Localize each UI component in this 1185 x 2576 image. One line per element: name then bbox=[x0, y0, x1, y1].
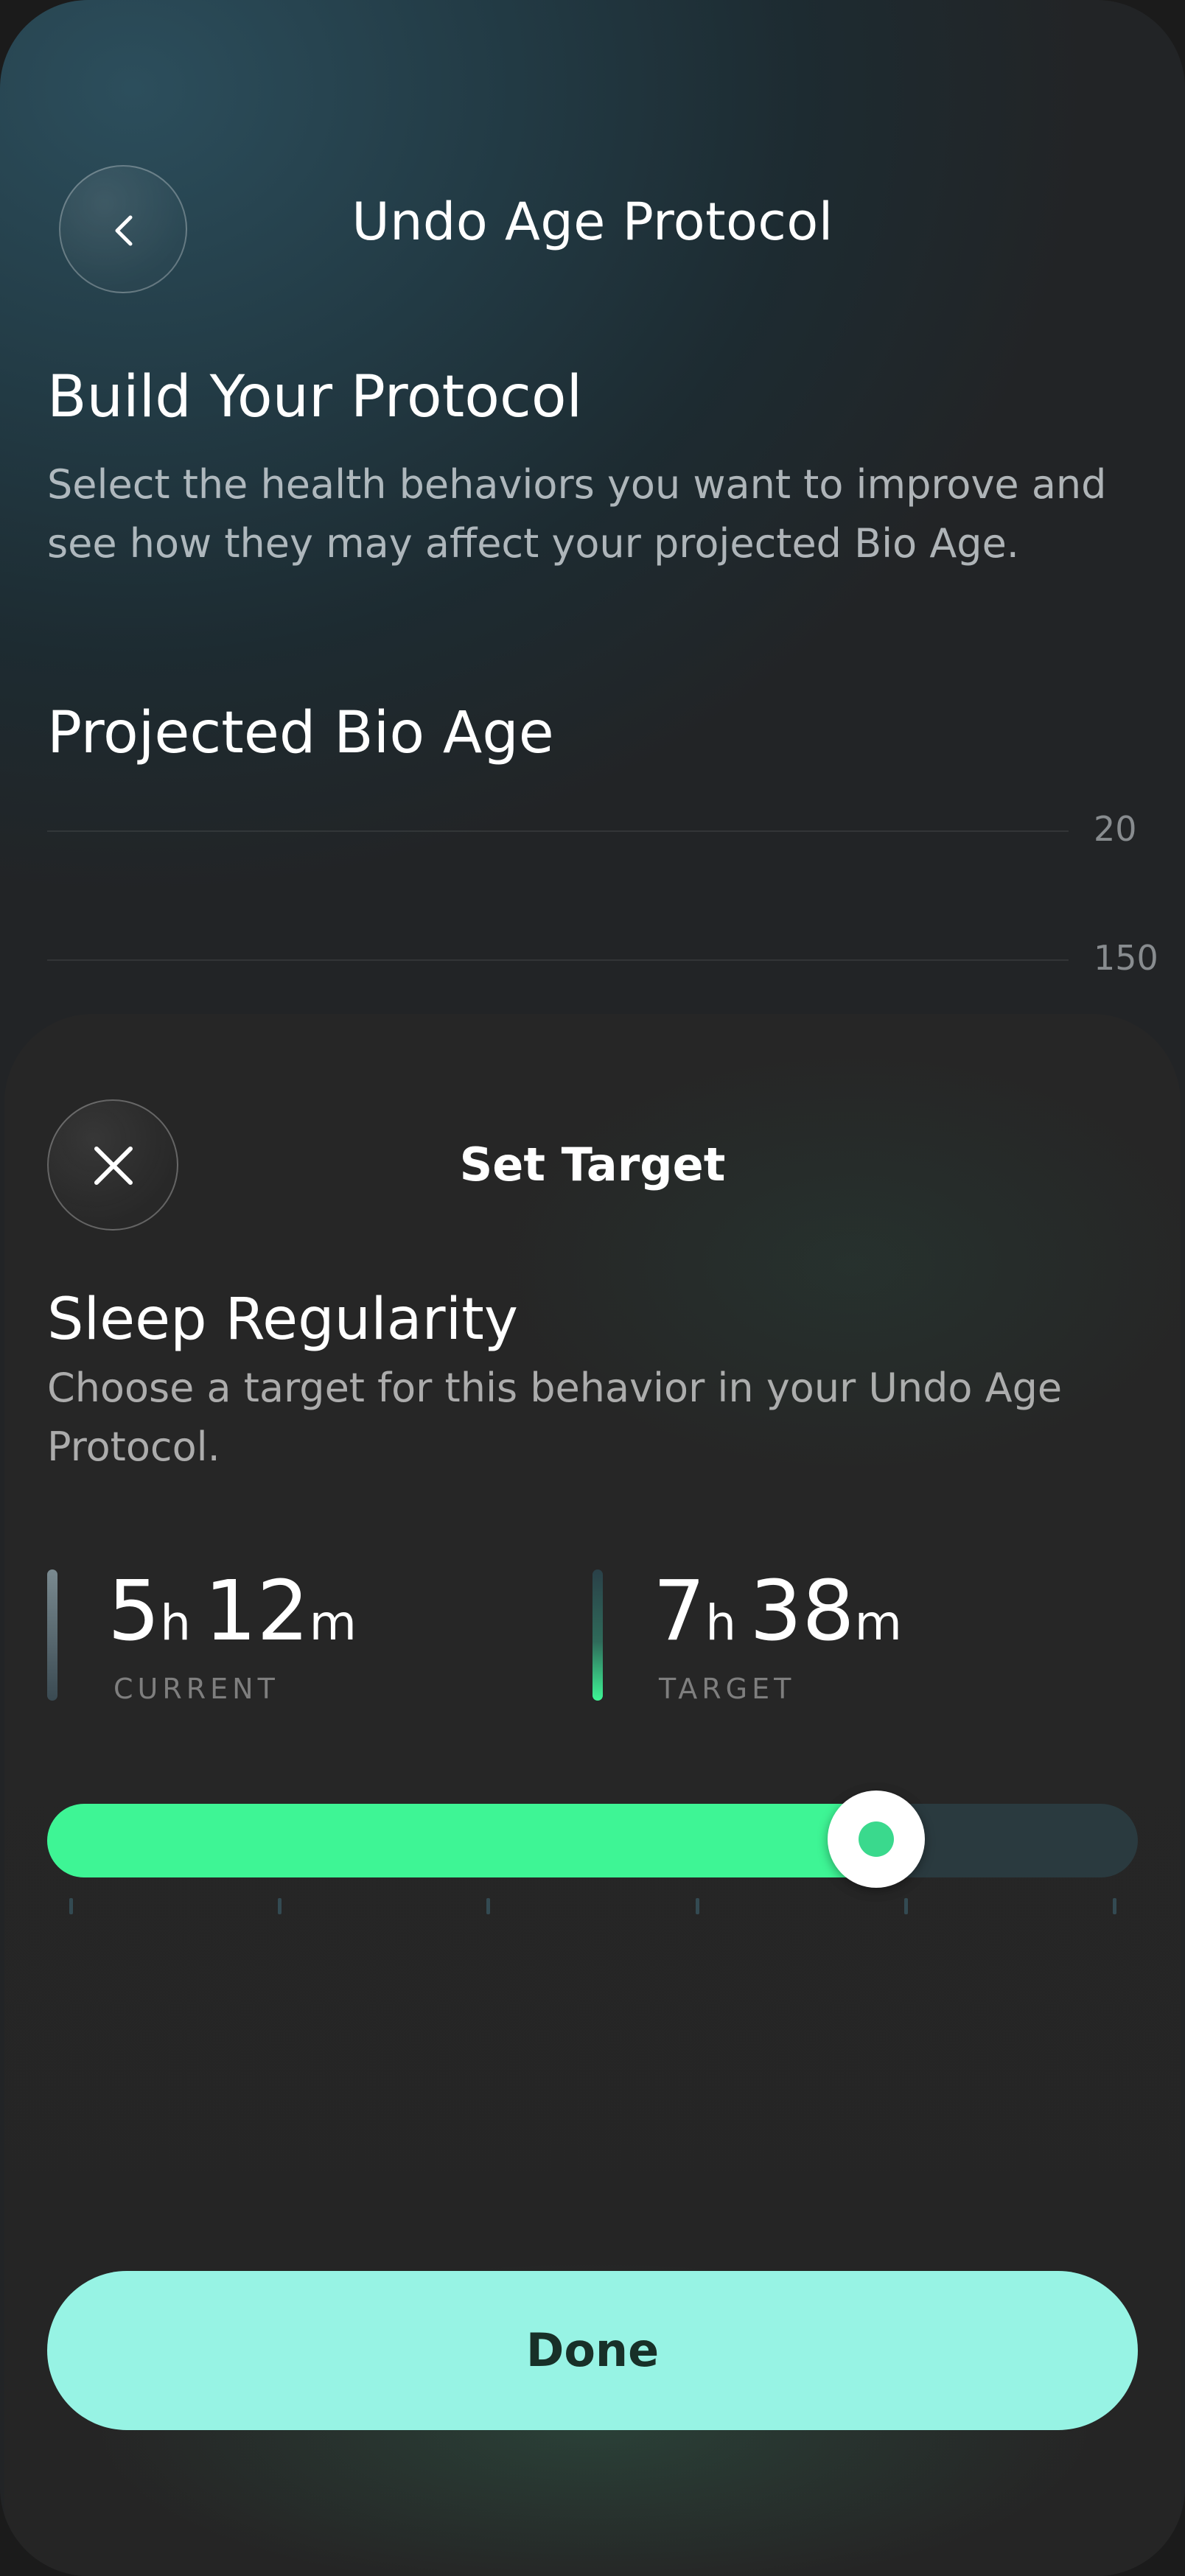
target-label: TARGET bbox=[659, 1673, 796, 1705]
set-target-sheet: Set Target Sleep Regularity Choose a tar… bbox=[4, 1014, 1181, 2576]
sheet-title: Set Target bbox=[459, 1138, 726, 1191]
current-value: 5h 12m bbox=[108, 1564, 357, 1659]
behavior-description: Choose a target for this behavior in you… bbox=[47, 1365, 1063, 1470]
current-label: CURRENT bbox=[113, 1673, 279, 1705]
target-slider-track[interactable] bbox=[47, 1804, 1138, 1877]
slider-tick bbox=[695, 1898, 699, 1914]
slider-thumb-dot bbox=[858, 1821, 894, 1857]
slider-tick bbox=[69, 1898, 73, 1914]
target-value: 7h 38m bbox=[653, 1564, 902, 1659]
chart-gridline bbox=[47, 959, 1069, 961]
protocol-heading: Build Your Protocol bbox=[47, 364, 583, 430]
chart-gridline bbox=[47, 830, 1069, 832]
done-button[interactable]: Done bbox=[47, 2271, 1138, 2430]
target-slider-fill bbox=[47, 1804, 898, 1877]
current-indicator-bar bbox=[47, 1569, 57, 1701]
slider-tick bbox=[278, 1898, 282, 1914]
protocol-description: Select the health behaviors you want to … bbox=[47, 461, 1107, 567]
target-indicator-bar bbox=[592, 1569, 603, 1701]
behavior-title: Sleep Regularity bbox=[47, 1287, 519, 1353]
chart-tick-label: 150 bbox=[1094, 938, 1158, 978]
chart-tick-label: 20 bbox=[1094, 809, 1137, 849]
screen: Undo Age Protocol Build Your Protocol Se… bbox=[0, 0, 1185, 2576]
projected-bio-age-heading: Projected Bio Age bbox=[47, 700, 554, 766]
slider-tick bbox=[1113, 1898, 1116, 1914]
target-slider-thumb[interactable] bbox=[827, 1791, 925, 1888]
slider-tick bbox=[903, 1898, 908, 1914]
slider-tick bbox=[486, 1898, 491, 1914]
page-title: Undo Age Protocol bbox=[352, 192, 833, 252]
